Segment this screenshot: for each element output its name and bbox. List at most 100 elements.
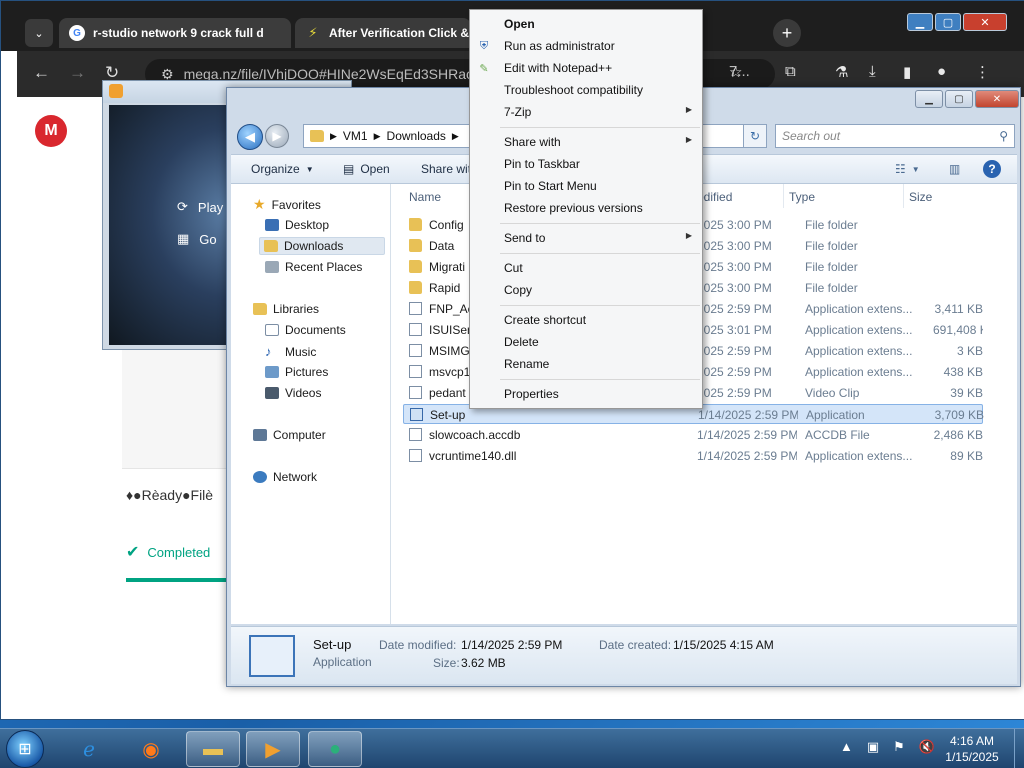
start-button[interactable]: ⊞ (6, 730, 44, 768)
explorer-minimize-button[interactable]: ▁ (915, 90, 943, 108)
nav-desktop[interactable]: Desktop (265, 218, 329, 232)
maximize-button[interactable]: ▢ (935, 13, 961, 31)
browser-tab[interactable]: G r-studio network 9 crack full d (59, 18, 291, 48)
view-options-button[interactable]: ☷ ▼ (895, 162, 920, 176)
search-input[interactable]: Search out ⚲ (775, 124, 1015, 148)
volume-muted-icon[interactable]: 🔇 (919, 739, 935, 755)
download-card (122, 340, 232, 468)
nav-label: Videos (285, 386, 322, 400)
nav-label: Favorites (271, 197, 321, 212)
menu-icon[interactable]: ⋮ (975, 63, 990, 81)
divider (122, 468, 232, 469)
back-button[interactable]: ◀ (237, 124, 263, 150)
details-size-label: Size: (433, 656, 460, 670)
menu-item-delete[interactable]: Delete (504, 335, 700, 349)
refresh-button[interactable]: ↻ (743, 124, 767, 148)
download-icon[interactable]: ⤓ (869, 63, 876, 80)
nav-favorites[interactable]: ★ Favorites (253, 196, 321, 213)
file-size: 89 KB (950, 449, 983, 463)
clock[interactable]: 4:16 AM 1/15/2025 (940, 733, 1004, 765)
profile-icon[interactable]: ● (937, 63, 946, 80)
menu-item-rename[interactable]: Rename (504, 357, 700, 371)
menu-item-cut[interactable]: Cut (504, 261, 700, 275)
side-panel-icon[interactable]: ▮ (903, 63, 911, 81)
nav-music[interactable]: ♪ Music (265, 344, 316, 359)
menu-item-open[interactable]: Open (504, 17, 700, 31)
nav-network[interactable]: Network (253, 470, 317, 484)
file-name: Set-up (430, 408, 466, 422)
menu-label: Copy (504, 283, 533, 297)
forward-button[interactable]: ▶ (265, 124, 289, 148)
nav-label: Pictures (285, 365, 329, 379)
go-label: Go (199, 231, 217, 247)
minimize-button[interactable]: ▁ (907, 13, 933, 31)
menu-item-create-shortcut[interactable]: Create shortcut (504, 313, 700, 327)
labs-icon[interactable]: ⚗ (835, 63, 848, 81)
show-hidden-icons-icon[interactable]: ▲ (840, 739, 853, 755)
extensions-icon[interactable]: ⧉ (785, 63, 796, 80)
menu-item-edit-notepad[interactable]: Edit with Notepad++ (504, 61, 700, 75)
menu-item-troubleshoot[interactable]: Troubleshoot compatibility (504, 83, 700, 97)
nav-pictures[interactable]: Pictures (265, 365, 328, 379)
menu-item-run-as-admin[interactable]: Run as administrator (504, 39, 700, 53)
help-button[interactable]: ? (983, 160, 1001, 178)
file-row[interactable]: slowcoach.accdb 1/14/2025 2:59 PM ACCDB Fi… (403, 425, 983, 445)
column-header-size[interactable]: Size (909, 190, 932, 204)
play-option[interactable]: ⟳ Play (177, 199, 223, 215)
tab-title: After Verification Click & C (329, 26, 471, 40)
column-header-name[interactable]: Name (409, 190, 441, 204)
mega-logo[interactable]: M (35, 115, 67, 147)
menu-item-send-to[interactable]: Send to ▶ (504, 231, 700, 245)
explorer-maximize-button[interactable]: ▢ (945, 90, 973, 108)
column-separator[interactable] (783, 184, 784, 208)
explorer-close-button[interactable]: ✕ (975, 90, 1019, 108)
nav-computer[interactable]: Computer (253, 428, 326, 442)
firefox-icon[interactable]: ◉ (124, 731, 178, 767)
search-icon[interactable]: ⚲ (999, 129, 1008, 143)
menu-item-share-with[interactable]: Share with ▶ (504, 135, 700, 149)
nav-downloads[interactable]: Downloads (259, 237, 385, 255)
file-name: pedant (429, 386, 466, 400)
go-option[interactable]: ▦ Go (177, 231, 217, 247)
folder-icon (310, 130, 324, 142)
internet-explorer-icon[interactable]: ℯ (62, 731, 116, 767)
preview-pane-button[interactable]: ▥ (949, 162, 960, 176)
menu-item-restore-versions[interactable]: Restore previous versions (504, 201, 700, 215)
menu-item-copy[interactable]: Copy (504, 283, 700, 297)
star-icon: ★ (253, 196, 266, 212)
menu-item-7zip[interactable]: 7-Zip ▶ (504, 105, 700, 119)
nav-label: Computer (273, 428, 326, 442)
column-header-type[interactable]: Type (789, 190, 815, 204)
file-name: slowcoach.accdb (429, 428, 521, 442)
organize-button[interactable]: Organize ▼ (251, 162, 314, 176)
forward-icon[interactable]: → (69, 63, 86, 83)
browser-tab[interactable]: ⚡ After Verification Click & C (295, 18, 471, 48)
new-tab-button[interactable]: + (773, 19, 801, 47)
menu-item-pin-taskbar[interactable]: Pin to Taskbar (504, 157, 700, 171)
network-tray-icon[interactable]: ▣ (867, 739, 879, 755)
tab-search-button[interactable]: ⌄ (25, 19, 53, 47)
flag-icon[interactable]: ⚑ (893, 739, 905, 755)
close-button[interactable]: ✕ (963, 13, 1007, 31)
nav-documents[interactable]: Documents (265, 323, 346, 337)
column-separator[interactable] (903, 184, 904, 208)
details-created-value: 1/15/2025 4:15 AM (673, 638, 774, 652)
file-icon (409, 344, 422, 357)
back-icon[interactable]: ← (33, 63, 50, 83)
menu-item-pin-start[interactable]: Pin to Start Menu (504, 179, 700, 193)
show-desktop-button[interactable] (1014, 729, 1024, 768)
app-taskbar-icon[interactable]: ● (308, 731, 362, 767)
nav-libraries[interactable]: Libraries (253, 302, 319, 316)
menu-item-properties[interactable]: Properties (504, 387, 700, 401)
completed-label: Completed (147, 544, 211, 560)
explorer-taskbar-icon[interactable]: ▬ (186, 731, 240, 767)
bookmark-star-icon[interactable]: ☆ (729, 63, 742, 81)
media-player-taskbar-icon[interactable]: ▶ (246, 731, 300, 767)
nav-videos[interactable]: Videos (265, 386, 321, 400)
open-button[interactable]: ▤ Open (343, 162, 390, 176)
breadcrumb-downloads[interactable]: Downloads (387, 129, 446, 143)
file-row[interactable]: vcruntime140.dll 1/14/2025 2:59 PM Applica… (403, 446, 983, 466)
breadcrumb-vm1[interactable]: VM1 (343, 129, 368, 143)
submenu-arrow-icon: ▶ (685, 231, 692, 240)
nav-recent-places[interactable]: Recent Places (265, 260, 362, 274)
